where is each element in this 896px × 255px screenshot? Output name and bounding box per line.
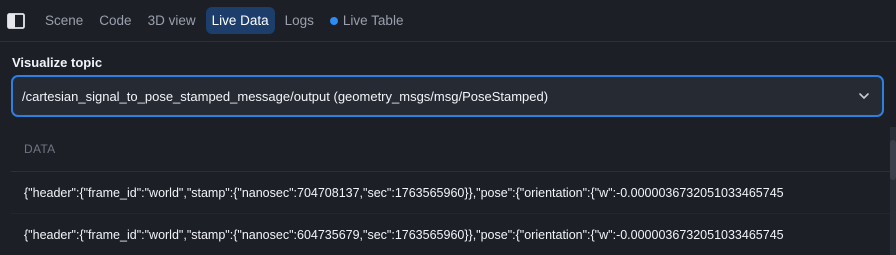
tab-live-table-label: Live Table [342,13,404,28]
topic-select[interactable]: /cartesian_signal_to_pose_stamped_messag… [11,75,884,117]
tab-3d-view[interactable]: 3D view [142,7,202,34]
sidebar-toggle-icon[interactable] [7,12,25,29]
column-header-data: DATA [11,127,896,172]
tab-bar: Scene Code 3D view Live Data Logs Live T… [0,0,896,42]
topic-select-value: /cartesian_signal_to_pose_stamped_messag… [22,88,549,104]
tab-live-table[interactable]: Live Table [324,7,410,34]
table-row[interactable]: {"header":{"frame_id":"world","stamp":{"… [11,214,896,255]
tab-scene[interactable]: Scene [39,7,89,34]
visualize-topic-label: Visualize topic [12,55,103,70]
tab-logs[interactable]: Logs [279,7,320,34]
table-row[interactable]: {"header":{"frame_id":"world","stamp":{"… [11,172,896,214]
live-data-panel: Scene Code 3D view Live Data Logs Live T… [0,0,896,255]
live-indicator-dot-icon [329,16,338,25]
tab-live-data[interactable]: Live Data [205,7,275,34]
tab-code[interactable]: Code [93,7,137,34]
scrollbar-thumb[interactable] [890,140,896,180]
chevron-down-icon[interactable] [857,89,871,103]
data-table: DATA {"header":{"frame_id":"world","stam… [11,127,896,255]
